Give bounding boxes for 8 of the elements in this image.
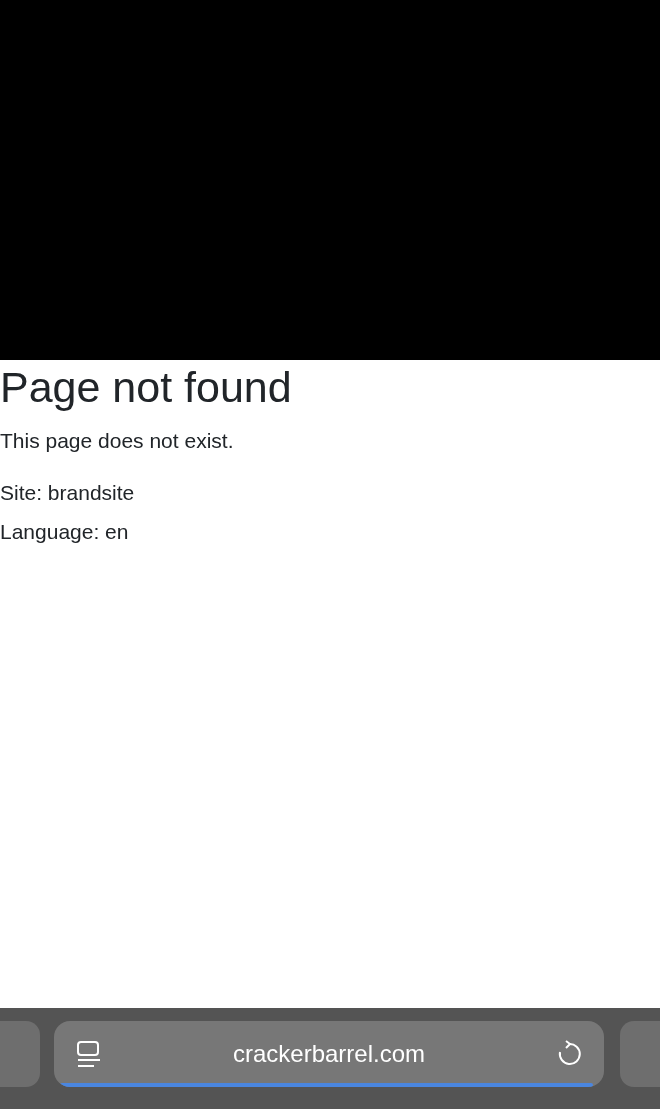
address-bar[interactable]: crackerbarrel.com	[54, 1021, 604, 1087]
reader-icon[interactable]	[76, 1040, 102, 1068]
url-text: crackerbarrel.com	[231, 1039, 426, 1069]
detail-text: Language: en	[0, 519, 130, 546]
detail-text: Site: brandsite	[0, 479, 136, 506]
error-message: This page does not exist.	[0, 428, 235, 455]
reload-icon[interactable]	[556, 1040, 582, 1068]
page-heading: Page not found	[0, 364, 293, 412]
